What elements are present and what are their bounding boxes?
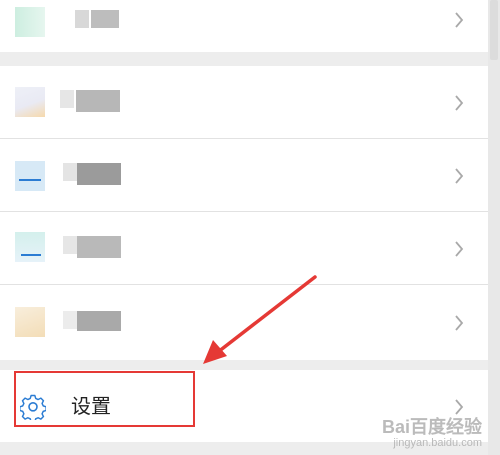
highlight-box	[14, 371, 195, 427]
blurred-icon	[15, 307, 45, 337]
menu-item-1[interactable]	[0, 0, 488, 52]
watermark: Bai百度经验 jingyan.baidu.com	[382, 417, 482, 449]
watermark-main: Bai百度经验	[381, 417, 482, 437]
menu-item-5[interactable]	[0, 285, 488, 360]
menu-item-3[interactable]	[0, 139, 488, 211]
chevron-right-icon	[455, 95, 464, 111]
blurred-icon	[15, 7, 45, 37]
menu-item-4[interactable]	[0, 212, 488, 284]
menu-item-2[interactable]	[0, 66, 488, 138]
chevron-right-icon	[455, 399, 464, 415]
chevron-right-icon	[455, 241, 464, 257]
chevron-right-icon	[455, 12, 464, 28]
watermark-sub: jingyan.baidu.com	[393, 437, 482, 449]
blurred-icon	[15, 232, 45, 262]
scrollbar-thumb[interactable]	[490, 0, 498, 60]
chevron-right-icon	[455, 315, 464, 331]
blurred-icon	[15, 161, 45, 191]
chevron-right-icon	[455, 168, 464, 184]
blurred-icon	[15, 87, 45, 117]
scrollbar[interactable]	[488, 0, 500, 455]
